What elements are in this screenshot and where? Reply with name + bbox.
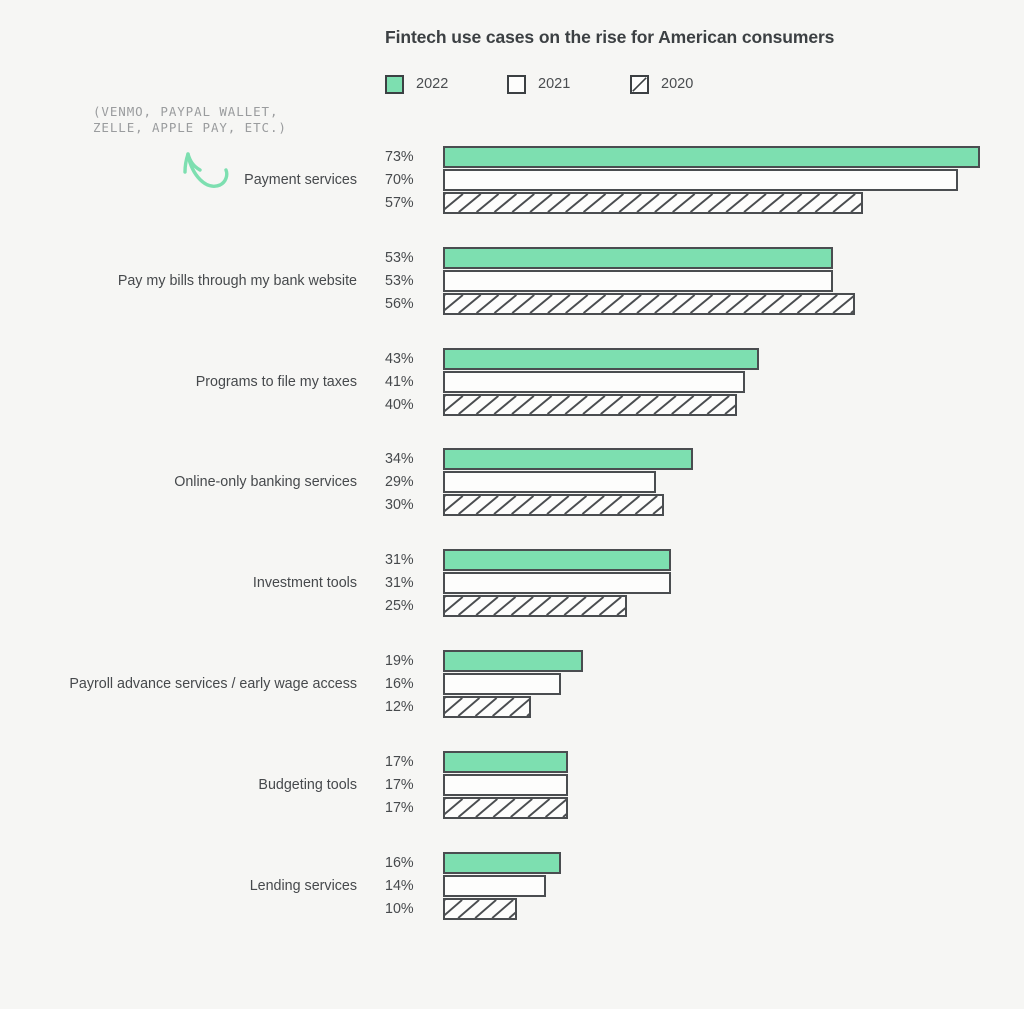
- bar-value-label: 17%: [385, 799, 414, 816]
- bar-value-label: 41%: [385, 373, 414, 390]
- bar-2021[interactable]: [443, 169, 959, 191]
- bar-value-label: 25%: [385, 598, 414, 615]
- bar-2022[interactable]: [443, 549, 672, 572]
- bar-2021[interactable]: [443, 673, 561, 695]
- bar-value-label: 14%: [385, 877, 414, 894]
- bar-value-label: 12%: [385, 699, 414, 715]
- bar-group: Online-only banking services 34% 29% 30%: [0, 448, 1024, 517]
- bar-group: Programs to file my taxes 43% 41% 40%: [0, 347, 1024, 416]
- bar-row: 29%: [0, 471, 1024, 494]
- bar-row: 73%: [0, 146, 1024, 168]
- bar-row: 43%: [0, 347, 1024, 370]
- bar-2021[interactable]: [443, 874, 547, 897]
- bar-value-label: 31%: [385, 552, 414, 569]
- bar-value-label: 17%: [385, 776, 414, 793]
- bar-2020[interactable]: [443, 696, 532, 718]
- bar-value-label: 53%: [385, 249, 414, 266]
- bar-2022[interactable]: [443, 650, 583, 672]
- bar-row: 40%: [0, 393, 1024, 416]
- bar-group: Payment services 73% 70% 57%: [0, 146, 1024, 214]
- bar-value-label: 40%: [385, 396, 414, 413]
- bar-2022[interactable]: [443, 146, 981, 168]
- bar-row: 57%: [0, 192, 1024, 214]
- bar-row: 31%: [0, 572, 1024, 595]
- bar-row: 31%: [0, 549, 1024, 572]
- bar-row: 30%: [0, 494, 1024, 517]
- bar-value-label: 73%: [385, 149, 414, 165]
- bar-2022[interactable]: [443, 448, 694, 471]
- bar-2022[interactable]: [443, 750, 569, 773]
- bar-2021[interactable]: [443, 773, 569, 796]
- bar-group: Budgeting tools 17% 17% 17%: [0, 750, 1024, 819]
- bar-row: 34%: [0, 448, 1024, 471]
- bar-row: 70%: [0, 169, 1024, 191]
- bar-row: 12%: [0, 696, 1024, 718]
- bar-2020[interactable]: [443, 292, 856, 315]
- bar-row: 25%: [0, 595, 1024, 618]
- bar-2021[interactable]: [443, 572, 672, 595]
- bar-value-label: 57%: [385, 195, 414, 211]
- bar-2020[interactable]: [443, 192, 863, 214]
- bar-value-label: 53%: [385, 272, 414, 289]
- bar-value-label: 19%: [385, 653, 414, 669]
- chart-root: Fintech use cases on the rise for Americ…: [0, 0, 1024, 1009]
- bar-row: 17%: [0, 750, 1024, 773]
- bar-row: 16%: [0, 673, 1024, 695]
- bar-2022[interactable]: [443, 851, 561, 874]
- bar-value-label: 70%: [385, 172, 414, 188]
- bar-group: Pay my bills through my bank website 53% 5…: [0, 246, 1024, 315]
- bar-2020[interactable]: [443, 393, 738, 416]
- bar-value-label: 31%: [385, 575, 414, 592]
- bar-2021[interactable]: [443, 269, 834, 292]
- bar-row: 53%: [0, 269, 1024, 292]
- bar-row: 53%: [0, 246, 1024, 269]
- bar-row: 17%: [0, 796, 1024, 819]
- bar-value-label: 16%: [385, 854, 414, 871]
- bar-2022[interactable]: [443, 246, 834, 269]
- bar-row: 16%: [0, 851, 1024, 874]
- bar-2021[interactable]: [443, 370, 745, 393]
- bar-value-label: 56%: [385, 295, 414, 312]
- bar-row: 19%: [0, 650, 1024, 672]
- bar-row: 56%: [0, 292, 1024, 315]
- chart-plot-area: Payment services 73% 70% 57% Pay my bills th…: [0, 0, 1024, 1009]
- bar-value-label: 10%: [385, 900, 414, 917]
- bar-group: Investment tools 31% 31% 25%: [0, 549, 1024, 618]
- bar-value-label: 17%: [385, 753, 414, 770]
- bar-row: 10%: [0, 897, 1024, 920]
- bar-value-label: 34%: [385, 451, 414, 468]
- bar-2020[interactable]: [443, 595, 627, 618]
- bar-group: Lending services 16% 14% 10%: [0, 851, 1024, 920]
- bar-group: Payroll advance services / early wage ac…: [0, 650, 1024, 718]
- bar-value-label: 30%: [385, 497, 414, 514]
- bar-2022[interactable]: [443, 347, 760, 370]
- bar-row: 17%: [0, 773, 1024, 796]
- bar-2020[interactable]: [443, 796, 569, 819]
- bar-value-label: 29%: [385, 474, 414, 491]
- bar-value-label: 16%: [385, 676, 414, 692]
- bar-2020[interactable]: [443, 897, 517, 920]
- bar-2020[interactable]: [443, 494, 664, 517]
- bar-value-label: 43%: [385, 350, 414, 367]
- bar-2021[interactable]: [443, 471, 657, 494]
- bar-row: 41%: [0, 370, 1024, 393]
- bar-row: 14%: [0, 874, 1024, 897]
